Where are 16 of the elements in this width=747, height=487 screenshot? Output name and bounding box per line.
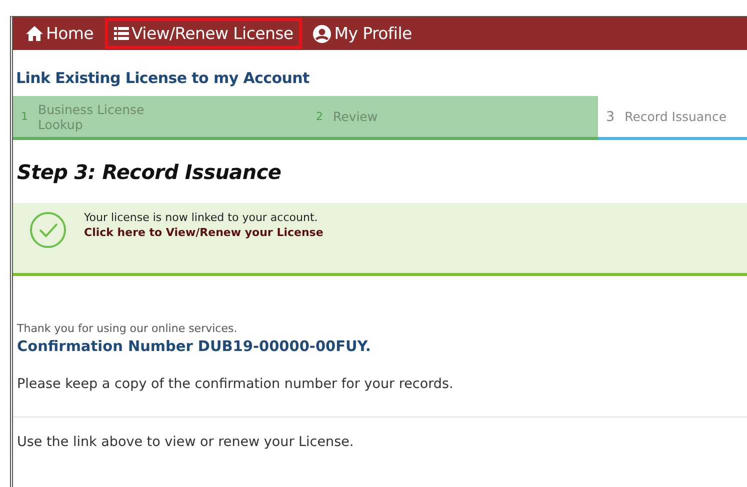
list-icon bbox=[114, 27, 129, 40]
keep-copy-text: Please keep a copy of the confirmation number for your records. bbox=[17, 376, 454, 392]
check-circle-icon bbox=[29, 211, 67, 249]
step-heading: Step 3: Record Issuance bbox=[17, 160, 282, 184]
view-renew-link[interactable]: Click here to View/Renew your License bbox=[84, 226, 324, 239]
wizard-step: 2 Review bbox=[308, 96, 598, 140]
confirmation-number: Confirmation Number DUB19-00000-00FUY. bbox=[17, 339, 372, 355]
instruction-text: Use the link above to view or renew your License. bbox=[17, 434, 355, 450]
nav-link[interactable]: View/Renew License bbox=[104, 18, 302, 49]
nav-link[interactable]: My Profile bbox=[306, 18, 419, 49]
thank-you-text: Thank you for using our online services. bbox=[17, 322, 238, 335]
nav-link[interactable]: Home bbox=[19, 18, 101, 49]
alert-message: Your license is now linked to your account. bbox=[84, 211, 319, 224]
home-icon bbox=[26, 26, 43, 41]
user-icon bbox=[313, 24, 332, 42]
page-title: Link Existing License to my Account bbox=[16, 69, 310, 87]
